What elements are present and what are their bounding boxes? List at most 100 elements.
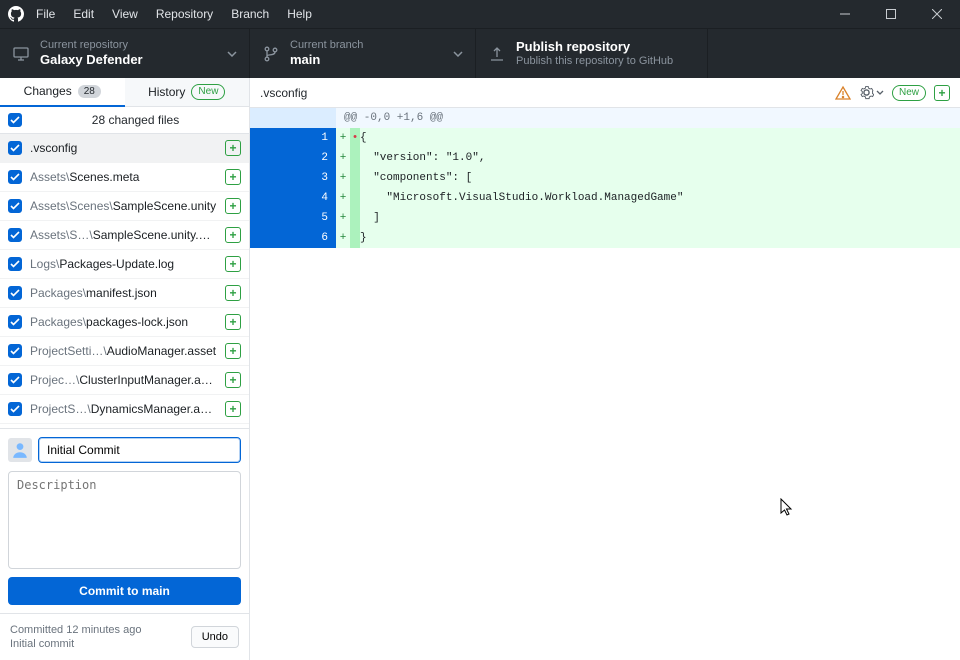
github-icon [8, 6, 24, 22]
sidebar: Changes 28 History New 28 changed files … [0, 78, 250, 660]
status-added-icon [225, 401, 241, 417]
diff-line[interactable]: 3+• "components": [ [250, 168, 960, 188]
publish-subtitle: Publish this repository to GitHub [516, 55, 673, 69]
menu-repository[interactable]: Repository [156, 7, 213, 21]
file-row[interactable]: Logs\Packages-Update.log [0, 250, 249, 279]
close-button[interactable] [914, 0, 960, 28]
chevron-down-icon [453, 51, 463, 57]
file-name: Assets\Scenes.meta [30, 170, 217, 184]
file-name: Assets\S…\SampleScene.unity.meta [30, 228, 217, 242]
diff-line[interactable]: 6+•} [250, 228, 960, 248]
commit-form: Commit to main [0, 428, 249, 613]
file-name: Packages\manifest.json [30, 286, 217, 300]
status-added-icon [225, 372, 241, 388]
status-added-icon [225, 256, 241, 272]
file-row[interactable]: Packages\manifest.json [0, 279, 249, 308]
changed-files-summary: 28 changed files [30, 113, 241, 127]
diff-new-badge: New [892, 85, 926, 101]
warning-icon[interactable] [835, 85, 851, 101]
file-name: ProjectS…\DynamicsManager.asset [30, 402, 217, 416]
repo-toolbar: Current repository Galaxy Defender Curre… [0, 28, 960, 78]
tab-changes-label: Changes [24, 84, 72, 98]
recent-commit-msg: Initial commit [10, 638, 141, 650]
menu-file[interactable]: File [36, 7, 55, 21]
git-branch-icon [263, 46, 279, 62]
file-checkbox[interactable] [8, 141, 22, 155]
undo-button[interactable]: Undo [191, 626, 239, 648]
current-branch-name: main [290, 52, 363, 68]
diff-settings-dropdown[interactable] [859, 85, 884, 100]
chevron-down-icon [876, 90, 884, 95]
status-added-icon [225, 343, 241, 359]
file-checkbox[interactable] [8, 286, 22, 300]
file-checkbox[interactable] [8, 315, 22, 329]
publish-repository-button[interactable]: Publish repository Publish this reposito… [476, 29, 708, 78]
menu-help[interactable]: Help [287, 7, 312, 21]
current-repo-label: Current repository [40, 39, 143, 53]
file-checkbox[interactable] [8, 257, 22, 271]
file-name: .vsconfig [30, 141, 217, 155]
tab-history[interactable]: History New [125, 78, 250, 107]
file-checkbox[interactable] [8, 170, 22, 184]
diff-line[interactable]: 4+• "Microsoft.VisualStudio.Workload.Man… [250, 188, 960, 208]
commit-summary-input[interactable] [38, 437, 241, 463]
status-added-icon [225, 285, 241, 301]
current-repository-dropdown[interactable]: Current repository Galaxy Defender [0, 29, 250, 78]
menu-bar: File Edit View Repository Branch Help [36, 7, 312, 21]
status-added-icon [225, 140, 241, 156]
menu-branch[interactable]: Branch [231, 7, 269, 21]
diff-line[interactable]: 2+• "version": "1.0", [250, 148, 960, 168]
diff-toolbar: .vsconfig New [250, 78, 960, 108]
file-row[interactable]: Assets\Scenes.meta [0, 163, 249, 192]
file-list: .vsconfig Assets\Scenes.meta Assets\Scenes… [0, 134, 249, 424]
file-row[interactable]: ProjectSetti…\AudioManager.asset [0, 337, 249, 366]
status-added-icon [225, 314, 241, 330]
file-row[interactable]: ProjectS…\DynamicsManager.asset [0, 395, 249, 424]
minimize-button[interactable] [822, 0, 868, 28]
file-name: Logs\Packages-Update.log [30, 257, 217, 271]
gear-icon [859, 85, 874, 100]
avatar [8, 438, 32, 462]
commit-description-input[interactable] [8, 471, 241, 569]
file-row[interactable]: .vsconfig [0, 134, 249, 163]
menu-edit[interactable]: Edit [73, 7, 94, 21]
diff-hunk-header: @@ -0,0 +1,6 @@ [250, 108, 960, 128]
diff-body[interactable]: @@ -0,0 +1,6 @@ 1+•{2+• "version": "1.0"… [250, 108, 960, 660]
file-checkbox[interactable] [8, 199, 22, 213]
status-added-icon [225, 169, 241, 185]
menu-view[interactable]: View [112, 7, 138, 21]
file-checkbox[interactable] [8, 228, 22, 242]
sidebar-tabs: Changes 28 History New [0, 78, 249, 107]
diff-line[interactable]: 1+•{ [250, 128, 960, 148]
file-checkbox[interactable] [8, 402, 22, 416]
chevron-down-icon [227, 51, 237, 57]
monitor-icon [13, 46, 29, 62]
current-branch-dropdown[interactable]: Current branch main [250, 29, 476, 78]
file-row[interactable]: Assets\Scenes\SampleScene.unity [0, 192, 249, 221]
recent-commit: Committed 12 minutes ago Initial commit … [0, 613, 249, 660]
commit-button[interactable]: Commit to main [8, 577, 241, 605]
recent-commit-time: Committed 12 minutes ago [10, 624, 141, 636]
upload-icon [489, 46, 505, 62]
diff-pane: .vsconfig New @@ -0,0 +1,6 @@ 1+•{2+• "v… [250, 78, 960, 660]
changes-count-badge: 28 [78, 85, 101, 98]
file-name: Assets\Scenes\SampleScene.unity [30, 199, 217, 213]
publish-title: Publish repository [516, 39, 673, 55]
window-controls [822, 0, 960, 28]
file-checkbox[interactable] [8, 344, 22, 358]
file-row[interactable]: Projec…\ClusterInputManager.asset [0, 366, 249, 395]
status-added-icon [225, 227, 241, 243]
file-row[interactable]: Assets\S…\SampleScene.unity.meta [0, 221, 249, 250]
file-checkbox[interactable] [8, 373, 22, 387]
tab-changes[interactable]: Changes 28 [0, 78, 125, 107]
file-name: Packages\packages-lock.json [30, 315, 217, 329]
file-name: ProjectSetti…\AudioManager.asset [30, 344, 217, 358]
diff-line[interactable]: 5+• ] [250, 208, 960, 228]
select-all-checkbox[interactable] [8, 113, 22, 127]
tab-history-label: History [148, 85, 185, 99]
file-row[interactable]: Packages\packages-lock.json [0, 308, 249, 337]
maximize-button[interactable] [868, 0, 914, 28]
file-name: Projec…\ClusterInputManager.asset [30, 373, 217, 387]
history-new-badge: New [191, 84, 225, 100]
diff-filename: .vsconfig [260, 86, 307, 100]
